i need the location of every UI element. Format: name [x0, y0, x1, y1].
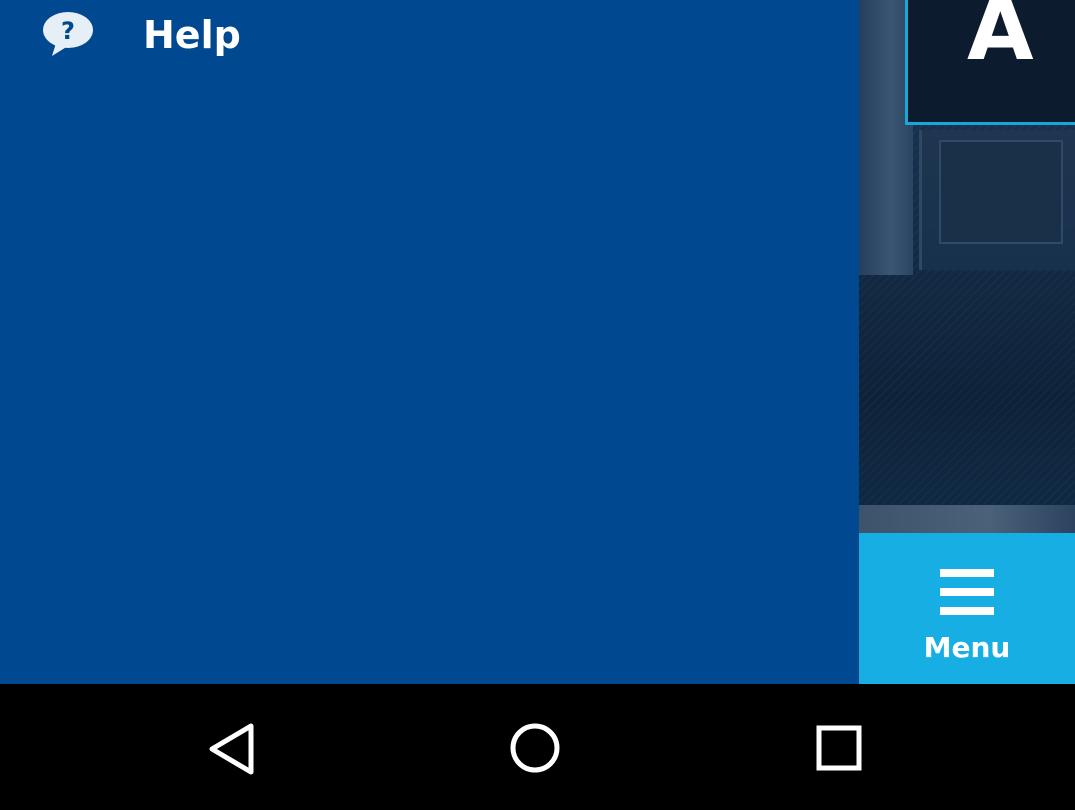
back-button[interactable] — [198, 714, 268, 784]
screen: A Menu ? Help — [0, 0, 1075, 810]
help-speech-bubble-icon: ? — [43, 12, 93, 56]
home-circle-icon — [510, 723, 560, 773]
menu-button[interactable]: Menu — [859, 533, 1075, 684]
cabinet-image-detail — [939, 140, 1063, 244]
system-navigation-bar — [0, 684, 1075, 810]
recents-square-icon — [816, 725, 862, 771]
hero-heading: A — [967, 0, 1038, 80]
hamburger-icon — [940, 569, 994, 615]
drawer-item-help[interactable]: ? Help — [0, 0, 859, 72]
menu-label: Menu — [923, 631, 1011, 664]
home-button[interactable] — [500, 714, 570, 784]
recents-button[interactable] — [804, 714, 874, 784]
navigation-drawer: ? Help — [0, 0, 859, 684]
back-triangle-icon — [209, 723, 254, 775]
floor-image-detail — [859, 505, 1075, 533]
svg-text:?: ? — [61, 17, 75, 45]
drawer-item-label: Help — [143, 13, 241, 57]
hero-image: A — [859, 0, 1075, 533]
